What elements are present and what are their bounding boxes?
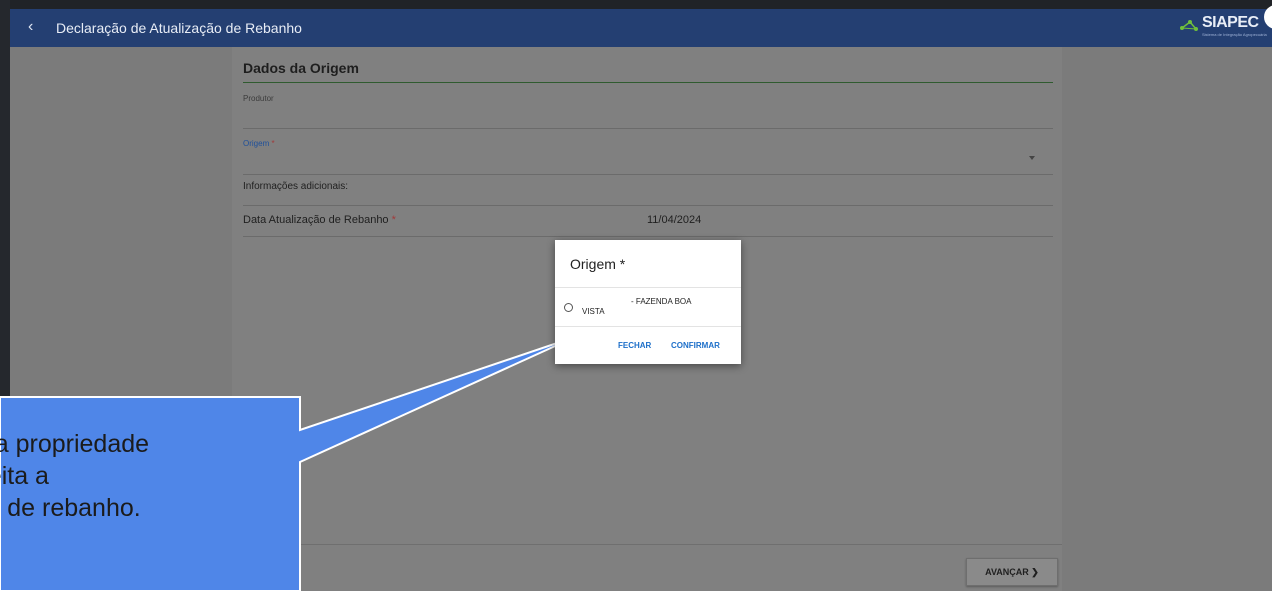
callout-line-1: ne a propriedade <box>0 430 150 458</box>
radio-unselected-icon[interactable] <box>564 303 573 312</box>
callout-line-2: á feita a <box>0 462 49 490</box>
confirm-button[interactable]: CONFIRMAR <box>671 341 720 350</box>
dialog-title: Origem * <box>570 256 626 272</box>
option-label-line-1[interactable]: - FAZENDA BOA <box>631 297 691 306</box>
origem-dialog: Origem * - FAZENDA BOA VISTA FECHAR CONF… <box>555 240 741 364</box>
callout-line-3: ção de rebanho. <box>0 494 141 522</box>
callout-text: ne a propriedade á feita a ção de rebanh… <box>0 428 300 524</box>
option-label-line-2[interactable]: VISTA <box>582 307 605 316</box>
close-button[interactable]: FECHAR <box>618 341 651 350</box>
dialog-divider-top <box>555 287 741 288</box>
dialog-divider-bottom <box>555 326 741 327</box>
